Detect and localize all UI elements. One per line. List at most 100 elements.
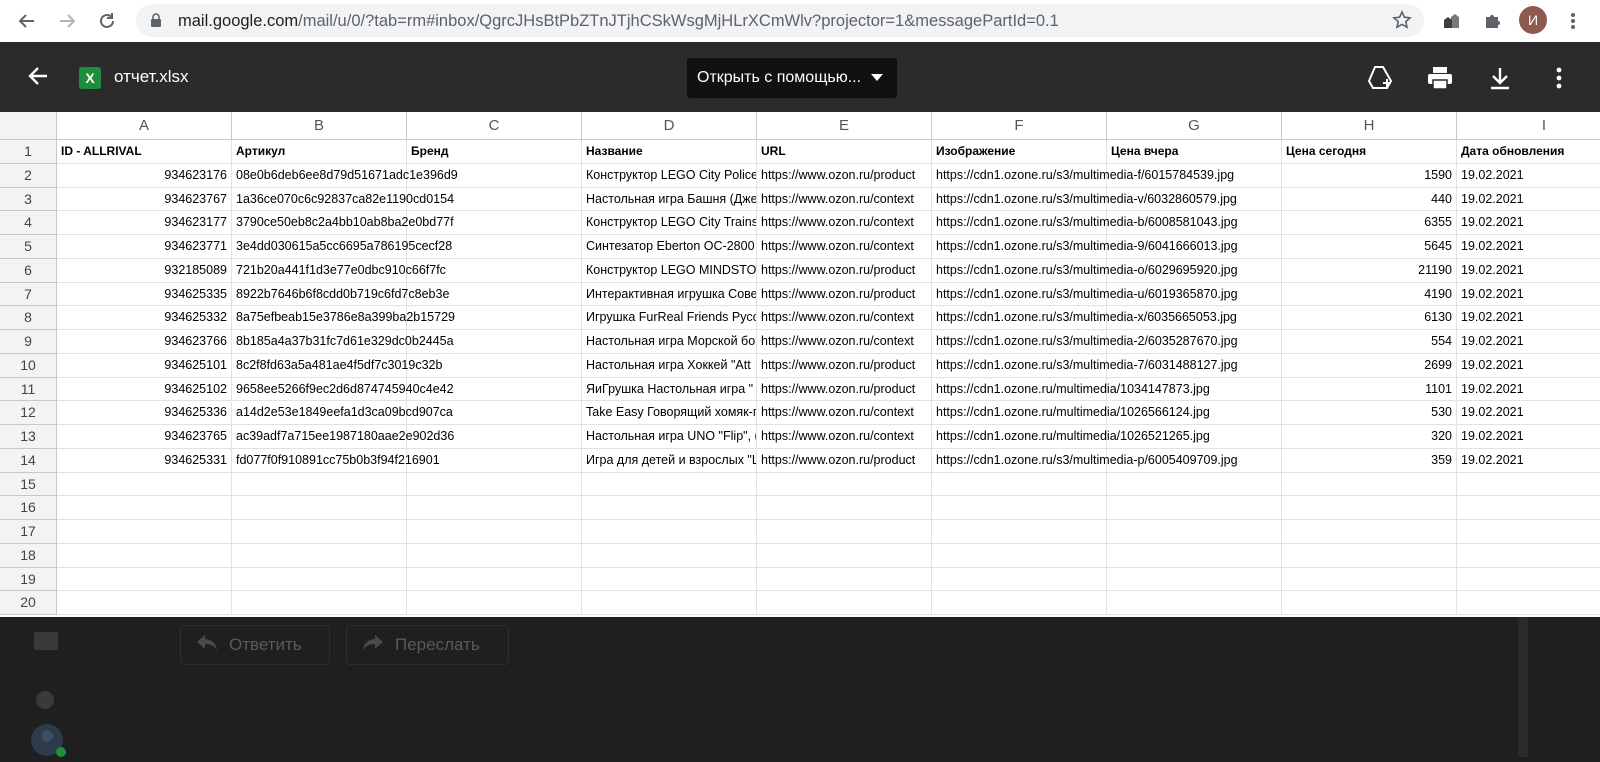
url-cell[interactable]: https://www.ozon.ru/context bbox=[757, 187, 932, 212]
empty-cell[interactable] bbox=[1282, 472, 1457, 497]
row-header-20[interactable]: 20 bbox=[0, 591, 57, 615]
forward-mail-button[interactable]: Переслать bbox=[346, 625, 509, 665]
id-cell[interactable]: 932185089 bbox=[57, 258, 232, 283]
date-cell[interactable]: 19.02.2021 bbox=[1457, 354, 1600, 378]
reload-icon[interactable] bbox=[92, 6, 122, 36]
date-cell[interactable]: 19.02.2021 bbox=[1457, 306, 1600, 330]
row-header-13[interactable]: 13 bbox=[0, 425, 57, 449]
hangouts-icon[interactable] bbox=[34, 690, 56, 717]
address-bar[interactable]: mail.google.com/mail/u/0/?tab=rm#inbox/Q… bbox=[136, 4, 1424, 37]
empty-cell[interactable] bbox=[582, 567, 757, 592]
star-icon[interactable] bbox=[1392, 10, 1412, 35]
row-header-2[interactable]: 2 bbox=[0, 163, 57, 188]
price-today-cell[interactable]: 4190 bbox=[1282, 282, 1457, 307]
empty-cell[interactable] bbox=[232, 543, 407, 568]
empty-cell[interactable] bbox=[57, 567, 232, 592]
row-header-18[interactable]: 18 bbox=[0, 543, 57, 568]
empty-cell[interactable] bbox=[1107, 543, 1282, 568]
empty-cell[interactable] bbox=[757, 567, 932, 592]
select-all-corner[interactable] bbox=[0, 112, 57, 140]
empty-cell[interactable] bbox=[1457, 496, 1600, 520]
empty-cell[interactable] bbox=[1457, 568, 1600, 592]
price-today-cell[interactable]: 320 bbox=[1282, 425, 1457, 449]
column-header-i[interactable]: I bbox=[1457, 112, 1600, 140]
price-today-cell[interactable]: 554 bbox=[1282, 330, 1457, 354]
price-today-cell[interactable]: 359 bbox=[1282, 448, 1457, 473]
empty-cell[interactable] bbox=[757, 472, 932, 497]
empty-cell[interactable] bbox=[1107, 567, 1282, 592]
sku-cell[interactable]: a14d2e53e1849eefa1d3ca09bcd907ca bbox=[232, 401, 453, 425]
empty-cell[interactable] bbox=[932, 591, 1107, 615]
sku-cell[interactable]: 08e0b6deb6ee8d79d51671adc1e396d9 bbox=[232, 163, 458, 188]
sku-cell[interactable]: fd077f0f910891cc75b0b3f94f216901 bbox=[232, 448, 440, 473]
empty-cell[interactable] bbox=[582, 591, 757, 615]
empty-cell[interactable] bbox=[1282, 567, 1457, 592]
empty-cell[interactable] bbox=[57, 520, 232, 544]
name-cell[interactable]: Take Easy Говорящий хомяк-п bbox=[582, 401, 757, 425]
image-cell[interactable]: https://cdn1.ozone.ru/s3/multimedia-u/60… bbox=[932, 282, 1238, 307]
empty-cell[interactable] bbox=[57, 496, 232, 520]
name-cell[interactable]: Синтезатор Eberton OC-2800 bbox=[582, 235, 757, 259]
empty-cell[interactable] bbox=[407, 472, 582, 497]
header-cell[interactable]: Бренд bbox=[407, 140, 582, 164]
column-header-c[interactable]: C bbox=[407, 112, 582, 140]
image-cell[interactable]: https://cdn1.ozone.ru/s3/multimedia-o/60… bbox=[932, 258, 1238, 283]
reply-button[interactable]: Ответить bbox=[180, 625, 330, 665]
id-cell[interactable]: 934625332 bbox=[57, 306, 232, 330]
price-today-cell[interactable]: 21190 bbox=[1282, 258, 1457, 283]
empty-cell[interactable] bbox=[757, 496, 932, 520]
image-cell[interactable]: https://cdn1.ozone.ru/s3/multimedia-9/60… bbox=[932, 235, 1238, 259]
name-cell[interactable]: ЯиГрушка Настольная игра " bbox=[582, 377, 757, 402]
empty-cell[interactable] bbox=[932, 543, 1107, 568]
lock-icon[interactable] bbox=[150, 13, 162, 32]
browser-menu-icon[interactable] bbox=[1559, 7, 1587, 35]
sku-cell[interactable]: 8c2f8fd63a5a481ae4f5df7c3019c32b bbox=[232, 353, 442, 378]
image-cell[interactable]: https://cdn1.ozone.ru/s3/multimedia-2/60… bbox=[932, 330, 1238, 354]
empty-cell[interactable] bbox=[757, 591, 932, 615]
sku-cell[interactable]: 8b185a4a37b31fc7d61e329dc0b2445a bbox=[232, 330, 454, 354]
header-cell[interactable]: Изображение bbox=[932, 140, 1107, 164]
download-icon[interactable] bbox=[1484, 62, 1516, 94]
column-header-d[interactable]: D bbox=[582, 112, 757, 140]
url-cell[interactable]: https://www.ozon.ru/context bbox=[757, 330, 932, 354]
empty-cell[interactable] bbox=[582, 543, 757, 568]
empty-cell[interactable] bbox=[57, 591, 232, 615]
name-cell[interactable]: Настольная игра Хоккей "Att bbox=[582, 353, 757, 378]
empty-cell[interactable] bbox=[932, 496, 1107, 520]
image-cell[interactable]: https://cdn1.ozone.ru/s3/multimedia-x/60… bbox=[932, 306, 1237, 330]
date-cell[interactable]: 19.02.2021 bbox=[1457, 330, 1600, 354]
scrollbar[interactable] bbox=[1518, 617, 1528, 757]
image-cell[interactable]: https://cdn1.ozone.ru/s3/multimedia-f/60… bbox=[932, 163, 1234, 188]
price-today-cell[interactable]: 6355 bbox=[1282, 211, 1457, 235]
empty-cell[interactable] bbox=[232, 591, 407, 615]
empty-cell[interactable] bbox=[1457, 473, 1600, 497]
empty-cell[interactable] bbox=[932, 567, 1107, 592]
image-cell[interactable]: https://cdn1.ozone.ru/multimedia/1026521… bbox=[932, 425, 1210, 449]
empty-cell[interactable] bbox=[1282, 520, 1457, 544]
date-cell[interactable]: 19.02.2021 bbox=[1457, 425, 1600, 449]
empty-cell[interactable] bbox=[1282, 496, 1457, 520]
date-cell[interactable]: 19.02.2021 bbox=[1457, 211, 1600, 235]
url-cell[interactable]: https://www.ozon.ru/product bbox=[757, 377, 932, 402]
empty-cell[interactable] bbox=[932, 472, 1107, 497]
empty-cell[interactable] bbox=[1107, 496, 1282, 520]
empty-cell[interactable] bbox=[1457, 591, 1600, 615]
price-today-cell[interactable]: 5645 bbox=[1282, 235, 1457, 259]
sku-cell[interactable]: 1a36ce070c6c92837ca82e1190cd0154 bbox=[232, 187, 454, 212]
date-cell[interactable]: 19.02.2021 bbox=[1457, 449, 1600, 473]
empty-cell[interactable] bbox=[57, 472, 232, 497]
empty-cell[interactable] bbox=[582, 472, 757, 497]
column-header-b[interactable]: B bbox=[232, 112, 407, 140]
image-cell[interactable]: https://cdn1.ozone.ru/multimedia/1034147… bbox=[932, 377, 1210, 402]
price-today-cell[interactable]: 2699 bbox=[1282, 353, 1457, 378]
name-cell[interactable]: Интерактивная игрушка Сове bbox=[582, 282, 757, 307]
name-cell[interactable]: Конструктор LEGO MINDSTOR bbox=[582, 258, 757, 283]
row-header-4[interactable]: 4 bbox=[0, 211, 57, 235]
empty-cell[interactable] bbox=[1457, 544, 1600, 568]
header-cell[interactable]: Название bbox=[582, 140, 757, 164]
back-icon[interactable] bbox=[12, 6, 42, 36]
empty-cell[interactable] bbox=[232, 520, 407, 544]
empty-cell[interactable] bbox=[1107, 591, 1282, 615]
extension-icon[interactable] bbox=[1437, 7, 1465, 35]
empty-cell[interactable] bbox=[232, 567, 407, 592]
